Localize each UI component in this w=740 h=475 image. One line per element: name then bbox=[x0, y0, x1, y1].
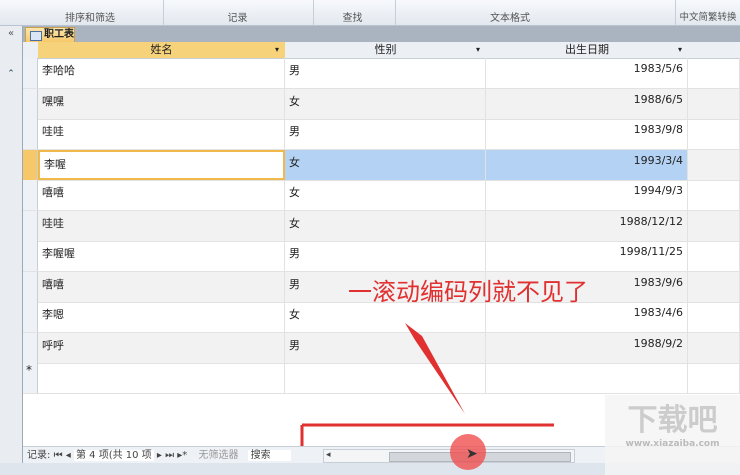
prev-record-button[interactable]: ◂ bbox=[66, 450, 71, 461]
watermark-logo: 下载吧 www.xiazaiba.com bbox=[605, 395, 740, 475]
filter-status[interactable]: 无筛选器 bbox=[198, 450, 238, 461]
scroll-left-icon[interactable]: ◂ bbox=[326, 447, 331, 464]
annotation-arrow bbox=[405, 323, 465, 414]
mouse-cursor-icon: ➤ bbox=[466, 446, 478, 462]
first-record-button[interactable]: ⏮ bbox=[54, 450, 63, 461]
new-record-button[interactable]: ▸* bbox=[177, 450, 187, 461]
horizontal-scrollbar[interactable]: ◂ bbox=[323, 449, 575, 463]
current-record-field[interactable]: 第 4 项(共 10 项 bbox=[73, 450, 154, 461]
next-record-button[interactable]: ▸ bbox=[157, 450, 162, 461]
record-label: 记录: bbox=[27, 450, 51, 461]
search-input[interactable]: 搜索 bbox=[247, 450, 291, 461]
last-record-button[interactable]: ⏭ bbox=[165, 450, 174, 461]
